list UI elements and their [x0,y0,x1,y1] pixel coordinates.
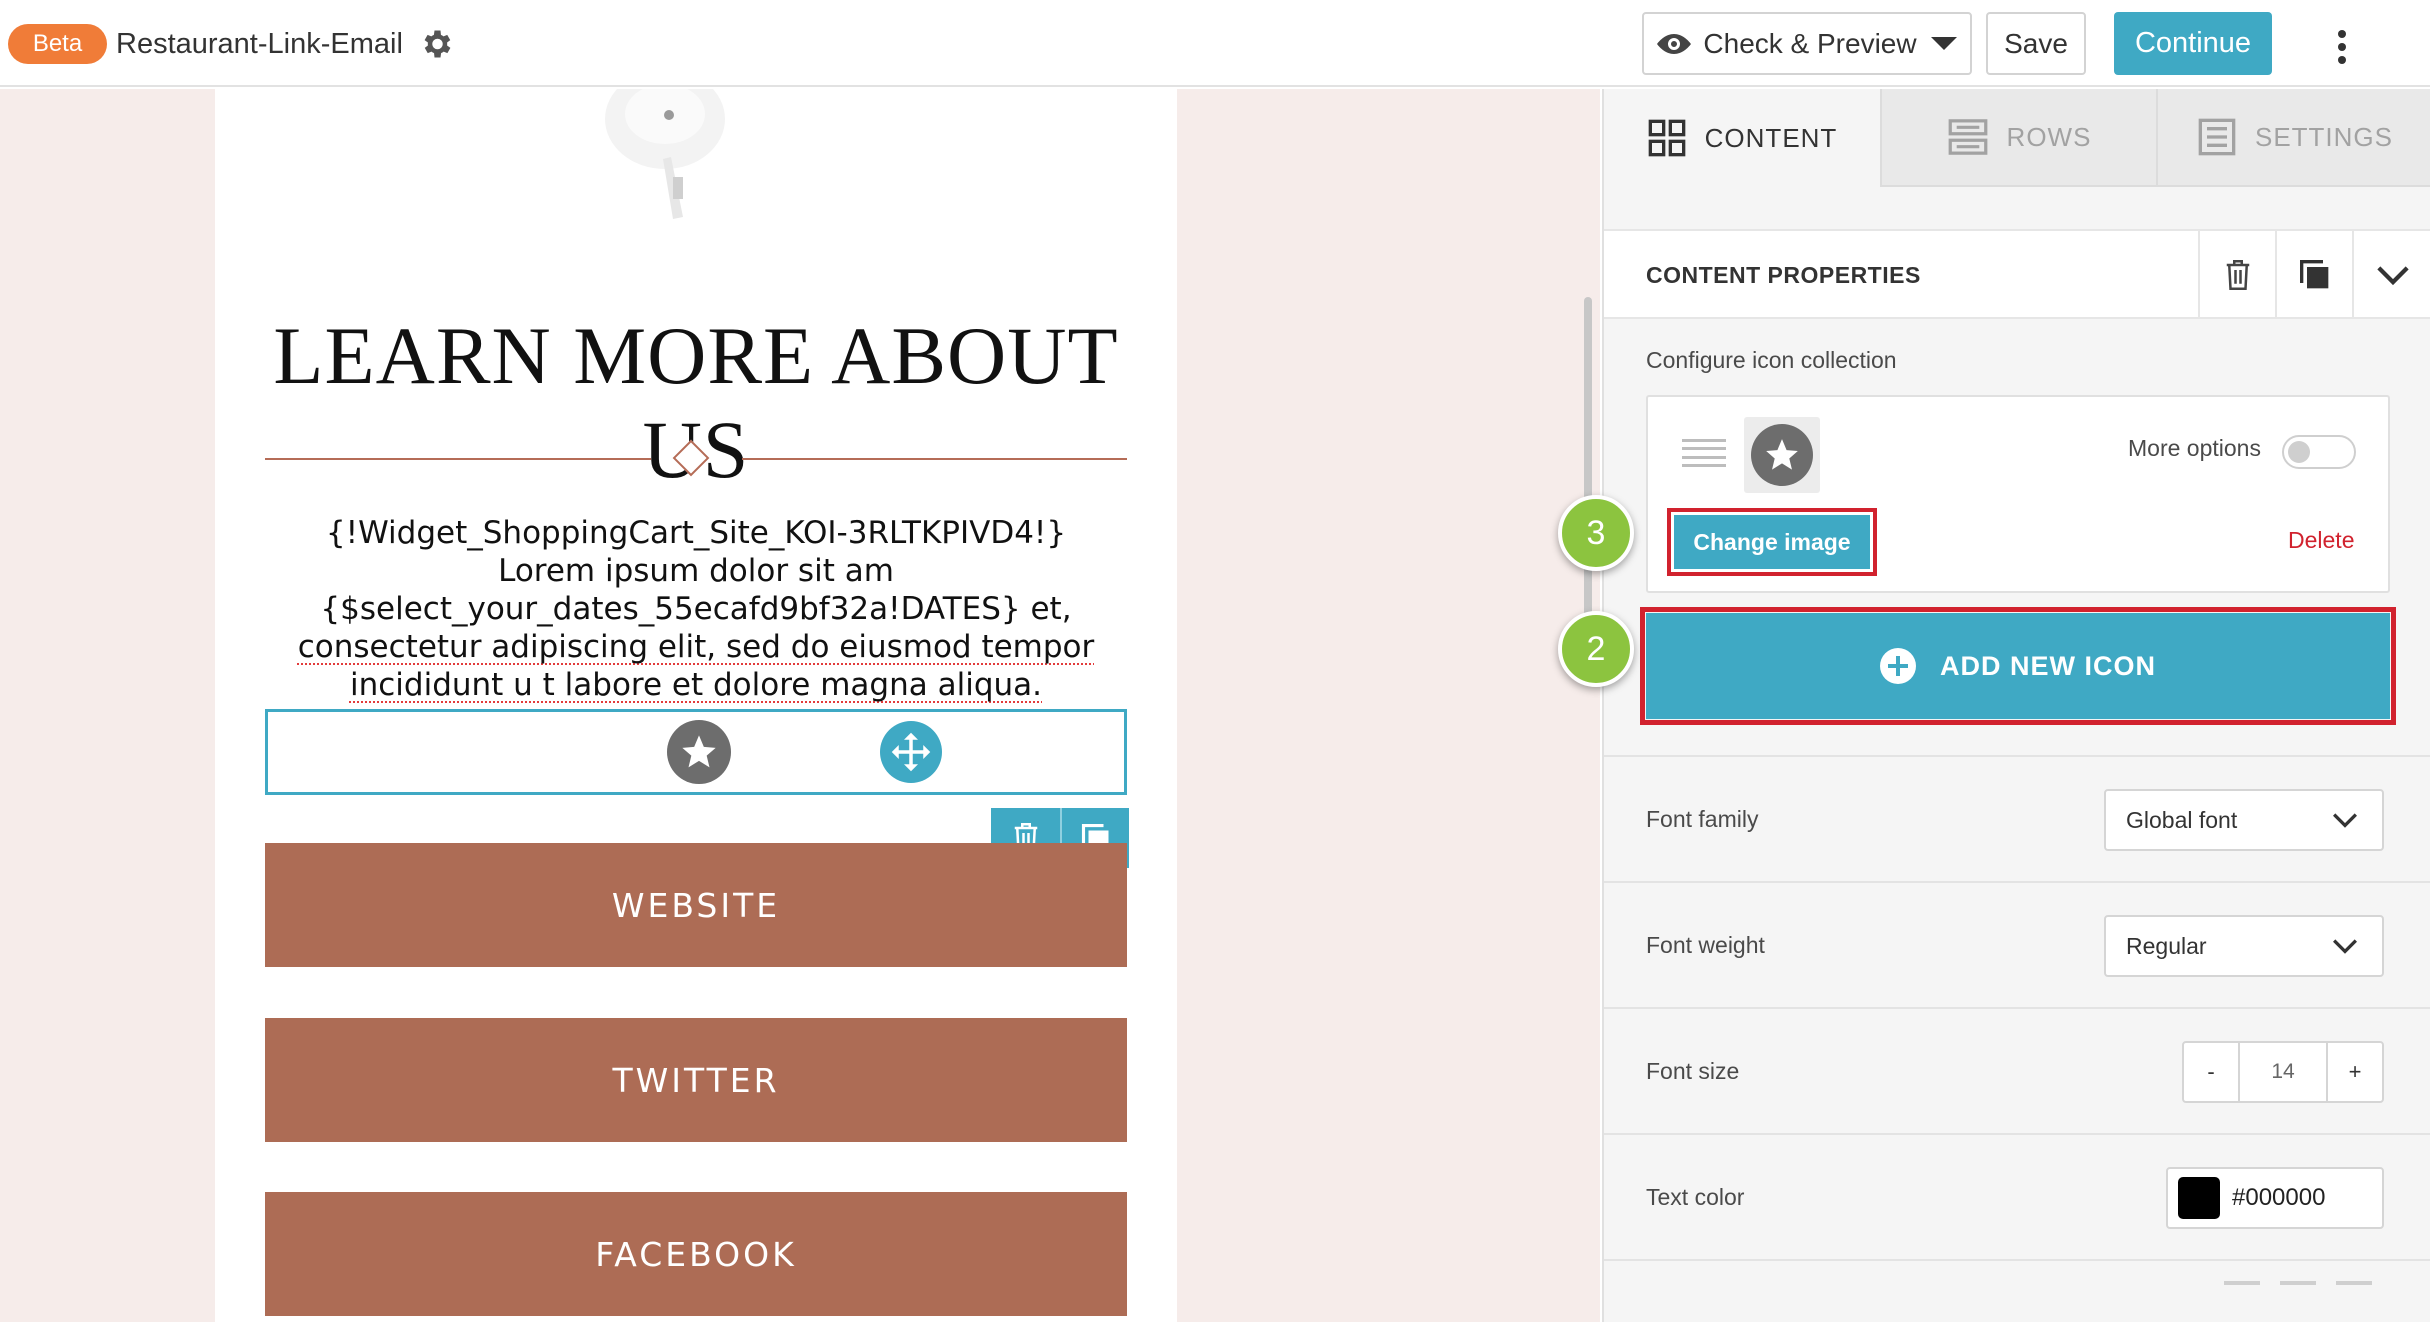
chevron-down-icon [2377,266,2409,286]
settings-icon [2198,118,2236,156]
chevron-down-icon [2333,813,2357,828]
font-family-select[interactable]: Global font [2104,789,2384,851]
duplicate-icon [2299,260,2328,289]
font-size-row: Font size - 14 + [1604,1007,2430,1133]
font-size-increase-button[interactable]: + [2328,1043,2382,1101]
icon-thumbnail [1744,417,1820,493]
body-line: consectetur adipiscing elit, sed do eius… [297,629,1095,665]
check-preview-label: Check & Preview [1703,27,1917,59]
tab-rows[interactable]: ROWS [1880,89,2156,187]
twitter-button[interactable]: TWITTER [265,1018,1127,1142]
text-color-label: Text color [1646,1184,1745,1210]
divider-line-left [265,458,651,460]
kebab-icon[interactable] [2330,30,2354,64]
delete-icon-link[interactable]: Delete [2288,527,2354,554]
font-size-decrease-button[interactable]: - [2184,1043,2238,1101]
chevron-down-icon [2333,939,2357,954]
caret-down-icon [1930,37,1957,50]
website-button[interactable]: WEBSITE [265,843,1127,967]
body-line: {$select_your_dates_55ecafd9bf32a!DATES}… [320,591,1072,627]
text-color-value: #000000 [2232,1184,2326,1211]
panel-tabs: CONTENT ROWS SETTINGS [1604,89,2430,187]
editor-canvas: LEARN MORE ABOUT US {!Widget_ShoppingCar… [0,89,1600,1322]
change-image-button[interactable]: Change image [1667,508,1877,576]
font-weight-label: Font weight [1646,932,1765,958]
trash-icon [2226,260,2249,290]
font-weight-row: Font weight Regular [1604,881,2430,1007]
text-color-picker[interactable]: #000000 [2166,1167,2384,1229]
content-properties-header: CONTENT PROPERTIES [1604,229,2430,319]
body-line: {!Widget_ShoppingCart_Site_KOI-3RLTKPIVD… [325,515,1067,551]
font-size-label: Font size [1646,1058,1740,1084]
tab-content-label: CONTENT [1704,122,1838,153]
save-button[interactable]: Save [1986,12,2086,75]
continue-button[interactable]: Continue [2114,12,2272,75]
grid-icon [1648,119,1685,157]
email-body: LEARN MORE ABOUT US {!Widget_ShoppingCar… [215,89,1177,1322]
delete-block-button[interactable] [2198,231,2275,319]
move-icon[interactable] [880,721,942,783]
document-title[interactable]: Restaurant-Link-Email [116,24,403,64]
icon-item-card: More options Change image Delete [1646,395,2390,593]
decorative-glass-image [605,89,725,219]
drag-handle-icon[interactable] [1682,439,1726,467]
email-body-text[interactable]: {!Widget_ShoppingCart_Site_KOI-3RLTKPIVD… [265,514,1127,704]
more-options-toggle[interactable] [2282,435,2356,469]
tab-settings[interactable]: SETTINGS [2156,89,2430,187]
facebook-button[interactable]: FACEBOOK [265,1192,1127,1316]
font-family-label: Font family [1646,806,1759,832]
step-marker-3: 3 [1558,495,1634,571]
font-weight-value: Regular [2126,932,2207,959]
duplicate-block-button[interactable] [2275,231,2352,319]
eye-icon [1657,33,1692,54]
rows-icon [1948,119,1987,155]
body-line: incididunt u t labore et dolore magna al… [349,667,1042,703]
align-left-icon[interactable] [2224,1281,2260,1303]
font-family-value: Global font [2126,806,2238,833]
icon-collection-block[interactable] [265,709,1127,795]
star-icon [1751,424,1813,486]
step-marker-2: 2 [1558,611,1634,687]
align-center-icon[interactable] [2280,1281,2316,1303]
check-preview-button[interactable]: Check & Preview [1642,12,1972,75]
add-new-icon-label: ADD NEW ICON [1940,650,2156,681]
tab-content[interactable]: CONTENT [1604,89,1880,187]
gear-icon[interactable] [418,26,454,62]
divider-line-right [742,458,1127,460]
properties-panel: CONTENT ROWS SETTINGS CONTENT PROPERTIES… [1602,89,2430,1322]
tab-settings-label: SETTINGS [2254,121,2393,152]
tab-rows-label: ROWS [2006,121,2092,152]
body-line: Lorem ipsum dolor sit am [498,553,894,589]
beta-badge: Beta [8,24,107,64]
collapse-button[interactable] [2352,231,2430,319]
star-icon[interactable] [667,720,731,784]
color-swatch [2178,1177,2220,1219]
font-weight-select[interactable]: Regular [2104,915,2384,977]
configure-icon-collection-label: Configure icon collection [1646,347,1897,373]
align-right-icon[interactable] [2336,1281,2372,1303]
font-size-stepper: - 14 + [2182,1041,2384,1103]
plus-circle-icon [1880,648,1916,684]
font-family-row: Font family Global font [1604,755,2430,881]
text-color-row: Text color #000000 [1604,1133,2430,1259]
add-new-icon-button[interactable]: ADD NEW ICON [1640,607,2396,725]
font-size-input[interactable]: 14 [2238,1043,2328,1101]
more-options-label: More options [2128,435,2261,461]
alignment-row [1604,1259,2430,1322]
content-properties-title: CONTENT PROPERTIES [1646,262,1921,288]
top-bar: Beta Restaurant-Link-Email Check & Previ… [0,0,2430,87]
